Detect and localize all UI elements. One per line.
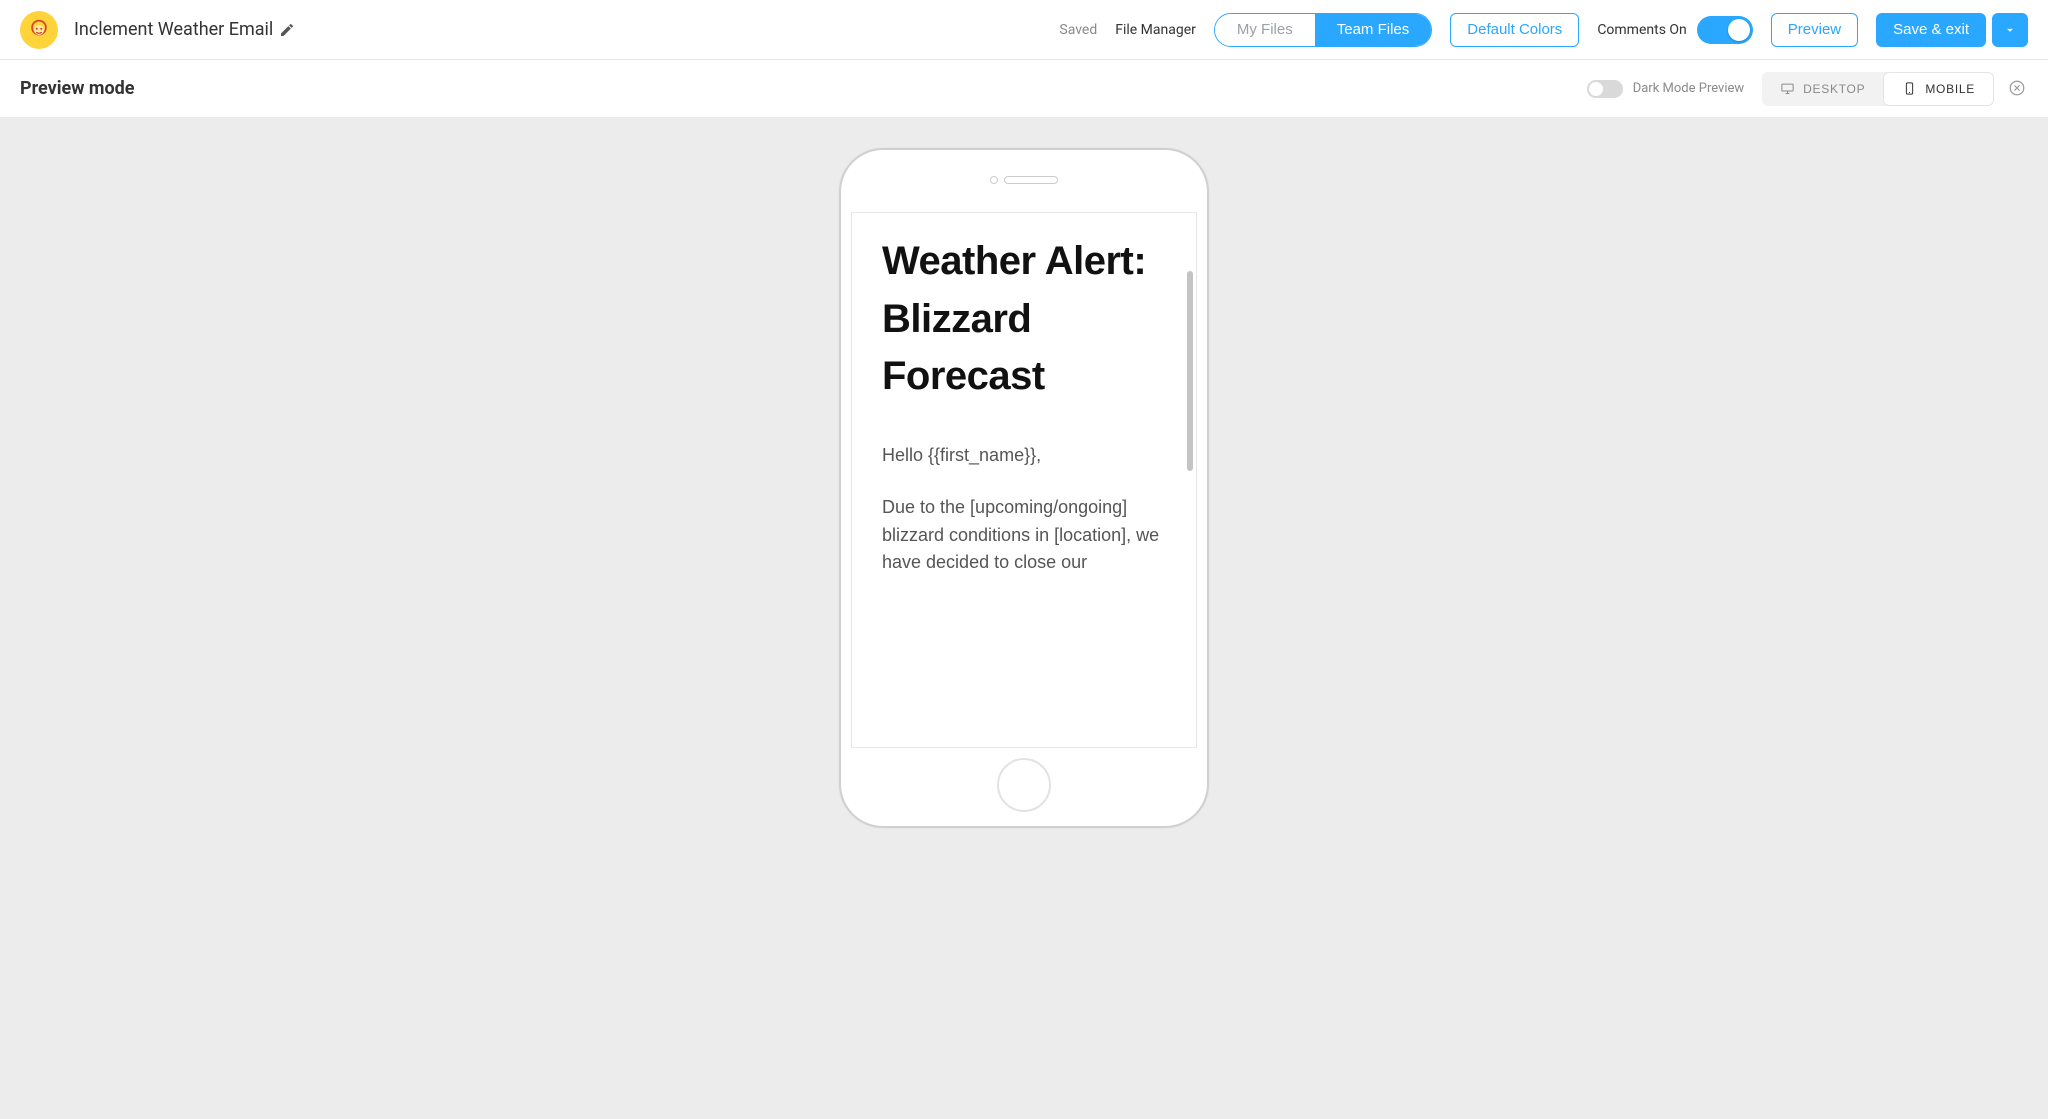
comments-label: Comments On (1597, 22, 1686, 38)
email-greeting: Hello {{first_name}}, (882, 442, 1166, 470)
top-right-controls: Saved File Manager My Files Team Files D… (1059, 13, 2028, 47)
chevron-down-icon (2003, 23, 2017, 37)
desktop-tab-label: DESKTOP (1803, 82, 1865, 96)
comments-toggle[interactable] (1697, 16, 1753, 44)
files-segmented: My Files Team Files (1214, 13, 1432, 47)
app-logo (20, 11, 58, 49)
save-exit-dropdown[interactable] (1992, 13, 2028, 47)
document-title-wrap[interactable]: Inclement Weather Email (74, 19, 295, 40)
email-body: Due to the [upcoming/ongoing] blizzard c… (882, 494, 1166, 578)
document-title: Inclement Weather Email (74, 19, 273, 40)
mobile-icon (1902, 81, 1917, 96)
phone-mockup: Weather Alert: Blizzard Forecast Hello {… (839, 148, 1209, 828)
team-files-tab[interactable]: Team Files (1315, 14, 1432, 46)
monkey-icon (26, 17, 52, 43)
desktop-icon (1780, 81, 1795, 96)
top-bar: Inclement Weather Email Saved File Manag… (0, 0, 2048, 60)
email-scroll[interactable]: Weather Alert: Blizzard Forecast Hello {… (852, 213, 1196, 747)
default-colors-button[interactable]: Default Colors (1450, 13, 1579, 47)
save-exit-group: Save & exit (1876, 13, 2028, 47)
mobile-tab[interactable]: MOBILE (1883, 72, 1994, 106)
phone-speaker-icon (1004, 176, 1058, 184)
close-icon (2008, 79, 2026, 97)
close-preview-button[interactable] (2008, 79, 2028, 99)
desktop-tab[interactable]: DESKTOP (1762, 72, 1883, 106)
phone-camera-icon (990, 176, 998, 184)
phone-home-button (997, 758, 1051, 812)
email-content: Weather Alert: Blizzard Forecast Hello {… (852, 223, 1196, 631)
dark-mode-wrap: Dark Mode Preview (1587, 80, 1744, 98)
saved-status: Saved (1059, 22, 1097, 38)
email-heading: Weather Alert: Blizzard Forecast (882, 233, 1166, 406)
preview-mode-title: Preview mode (20, 78, 135, 99)
phone-sensor-bar (985, 176, 1063, 184)
my-files-tab[interactable]: My Files (1215, 14, 1315, 46)
file-manager-link[interactable]: File Manager (1115, 22, 1196, 38)
preview-bar: Preview mode Dark Mode Preview DESKTOP M… (0, 60, 2048, 118)
comments-toggle-wrap: Comments On (1597, 16, 1752, 44)
edit-icon (279, 22, 295, 38)
scrollbar-thumb[interactable] (1187, 271, 1193, 471)
device-segmented: DESKTOP MOBILE (1762, 72, 1994, 106)
preview-button[interactable]: Preview (1771, 13, 1858, 47)
phone-screen: Weather Alert: Blizzard Forecast Hello {… (851, 212, 1197, 748)
dark-mode-toggle[interactable] (1587, 80, 1623, 98)
dark-mode-label: Dark Mode Preview (1633, 81, 1744, 96)
mobile-tab-label: MOBILE (1925, 82, 1975, 96)
preview-canvas: Weather Alert: Blizzard Forecast Hello {… (0, 118, 2048, 1119)
save-exit-button[interactable]: Save & exit (1876, 13, 1986, 47)
